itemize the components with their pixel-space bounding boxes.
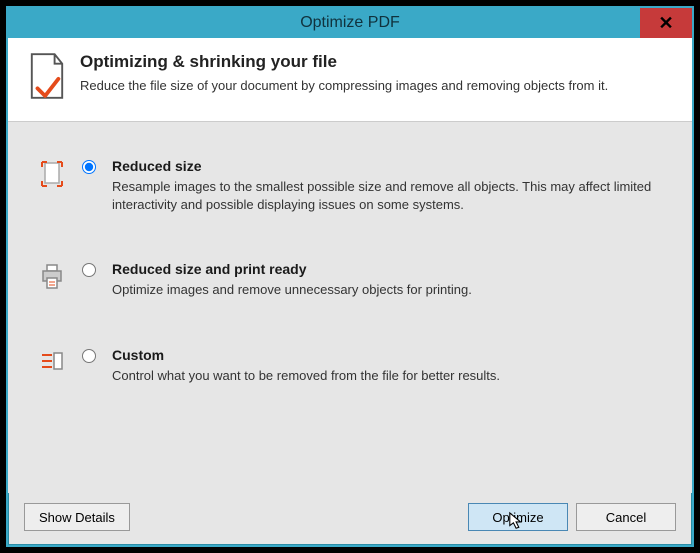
option-reduced-size[interactable]: Reduced size Resample images to the smal… <box>38 158 662 213</box>
document-check-icon <box>28 52 66 105</box>
titlebar: Optimize PDF ✕ <box>8 8 692 38</box>
header-subtext: Reduce the file size of your document by… <box>80 78 608 93</box>
header-heading: Optimizing & shrinking your file <box>80 52 608 72</box>
optimize-pdf-dialog: Optimize PDF ✕ Optimizing & shrinking yo… <box>6 6 694 547</box>
option-desc: Resample images to the smallest possible… <box>112 178 662 213</box>
show-details-button[interactable]: Show Details <box>24 503 130 531</box>
option-title: Reduced size <box>112 158 662 174</box>
optimize-button[interactable]: Optimize <box>468 503 568 531</box>
close-icon: ✕ <box>658 13 673 34</box>
cancel-button[interactable]: Cancel <box>576 503 676 531</box>
footer: Show Details Optimize Cancel <box>8 493 692 545</box>
option-custom[interactable]: Custom Control what you want to be remov… <box>38 347 662 385</box>
header-panel: Optimizing & shrinking your file Reduce … <box>8 38 692 122</box>
option-desc: Optimize images and remove unnecessary o… <box>112 281 662 299</box>
close-button[interactable]: ✕ <box>640 8 692 38</box>
option-print-ready[interactable]: Reduced size and print ready Optimize im… <box>38 261 662 299</box>
custom-settings-icon <box>38 347 66 377</box>
radio-custom[interactable] <box>82 349 96 363</box>
option-desc: Control what you want to be removed from… <box>112 367 662 385</box>
printer-icon <box>38 261 66 291</box>
options-panel: Reduced size Resample images to the smal… <box>8 122 692 493</box>
header-text: Optimizing & shrinking your file Reduce … <box>80 52 608 93</box>
radio-print-ready[interactable] <box>82 263 96 277</box>
option-title: Reduced size and print ready <box>112 261 662 277</box>
window-title: Optimize PDF <box>300 14 400 32</box>
reduced-size-icon <box>38 158 66 188</box>
option-title: Custom <box>112 347 662 363</box>
radio-reduced-size[interactable] <box>82 160 96 174</box>
